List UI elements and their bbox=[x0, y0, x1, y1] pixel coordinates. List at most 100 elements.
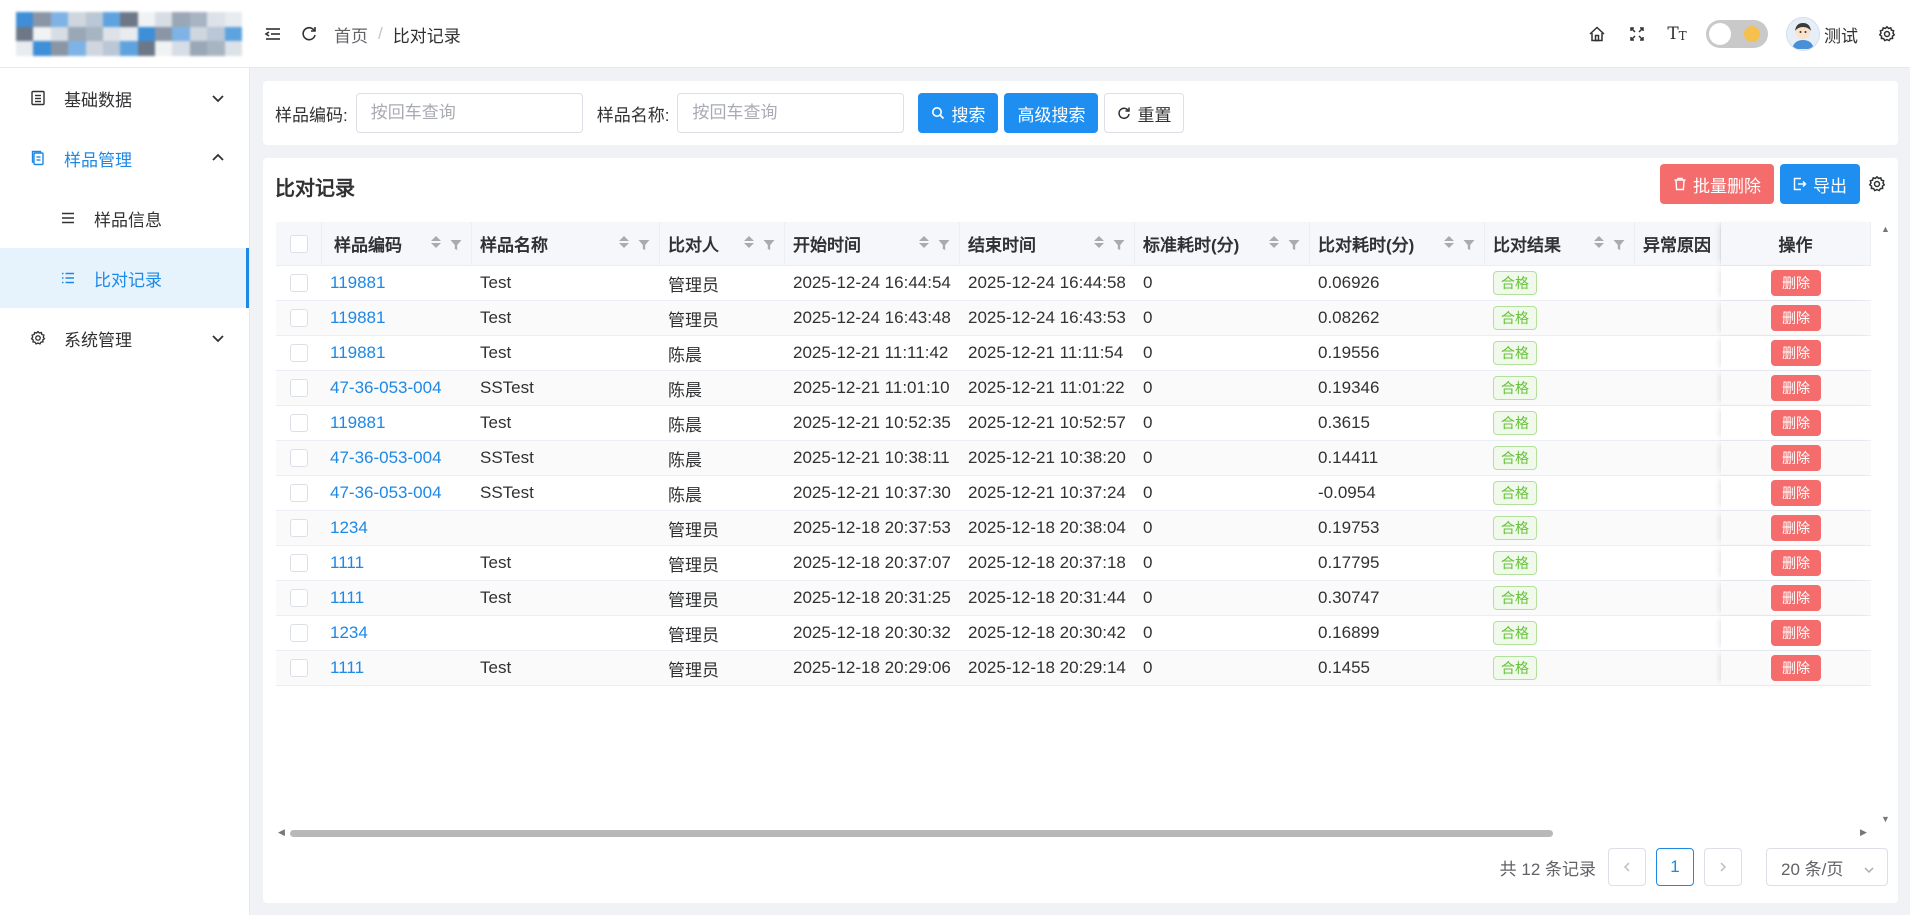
col-sample-code-header[interactable]: 样品编码 bbox=[322, 222, 472, 265]
col-result-header[interactable]: 比对结果 bbox=[1485, 222, 1635, 265]
row-checkbox[interactable] bbox=[290, 624, 308, 642]
error-reason-cell bbox=[1635, 581, 1721, 615]
sample-code-link[interactable]: 1111 bbox=[330, 658, 364, 678]
filter-icon[interactable] bbox=[1462, 237, 1476, 251]
scroll-up-arrow[interactable]: ▲ bbox=[1881, 224, 1890, 234]
filter-icon[interactable] bbox=[449, 237, 463, 251]
fullscreen-icon[interactable] bbox=[1626, 23, 1648, 45]
start-time-cell: 2025-12-21 10:52:35 bbox=[793, 413, 951, 432]
sort-icon[interactable] bbox=[744, 236, 754, 248]
sidebar-item-system-management[interactable]: 系统管理 bbox=[0, 308, 249, 368]
sidebar-item-sample-info[interactable]: 样品信息 bbox=[0, 188, 249, 248]
delete-button[interactable]: 删除 bbox=[1771, 375, 1821, 401]
reset-button[interactable]: 重置 bbox=[1104, 93, 1185, 133]
select-all-checkbox[interactable] bbox=[289, 234, 308, 253]
row-checkbox[interactable] bbox=[290, 659, 308, 677]
delete-button[interactable]: 删除 bbox=[1771, 480, 1821, 506]
row-checkbox[interactable] bbox=[290, 379, 308, 397]
row-checkbox[interactable] bbox=[290, 274, 308, 292]
sort-icon[interactable] bbox=[1444, 236, 1454, 248]
col-cmp-duration-header[interactable]: 比对耗时(分) bbox=[1310, 222, 1485, 265]
theme-toggle[interactable] bbox=[1706, 20, 1768, 48]
scrollbar-thumb[interactable] bbox=[290, 830, 1553, 837]
col-sample-name-header[interactable]: 样品名称 bbox=[472, 222, 660, 265]
menu-fold-icon[interactable] bbox=[262, 23, 284, 45]
sample-code-input[interactable] bbox=[355, 93, 583, 133]
sort-icon[interactable] bbox=[1269, 236, 1279, 248]
sample-code-link[interactable]: 119881 bbox=[330, 273, 385, 293]
delete-button[interactable]: 删除 bbox=[1771, 305, 1821, 331]
row-checkbox[interactable] bbox=[290, 309, 308, 327]
menu-lines-icon bbox=[58, 208, 78, 228]
sidebar-item-basic-data[interactable]: 基础数据 bbox=[0, 68, 249, 128]
sort-icon[interactable] bbox=[619, 236, 629, 248]
sample-code-link[interactable]: 1234 bbox=[330, 623, 368, 643]
scroll-left-arrow[interactable]: ◀ bbox=[278, 827, 285, 838]
search-button[interactable]: 搜索 bbox=[918, 93, 999, 133]
delete-button[interactable]: 删除 bbox=[1771, 585, 1821, 611]
horizontal-scrollbar[interactable]: ◀ ▶ bbox=[276, 826, 1871, 840]
scroll-down-arrow[interactable]: ▼ bbox=[1881, 814, 1890, 824]
delete-button[interactable]: 删除 bbox=[1771, 655, 1821, 681]
sample-code-link[interactable]: 47-36-053-004 bbox=[330, 483, 442, 503]
filter-icon[interactable] bbox=[762, 237, 776, 251]
sort-icon[interactable] bbox=[1094, 236, 1104, 248]
page-size-select[interactable]: 20 条/页 bbox=[1766, 848, 1888, 886]
sample-code-link[interactable]: 119881 bbox=[330, 343, 385, 363]
filter-icon[interactable] bbox=[1612, 237, 1626, 251]
delete-button[interactable]: 删除 bbox=[1771, 445, 1821, 471]
row-checkbox[interactable] bbox=[290, 484, 308, 502]
advanced-search-button[interactable]: 高级搜索 bbox=[1004, 93, 1099, 133]
filter-icon[interactable] bbox=[937, 237, 951, 251]
sample-code-link[interactable]: 1111 bbox=[330, 588, 364, 608]
font-size-icon[interactable]: TT bbox=[1666, 23, 1688, 45]
batch-delete-label: 批量删除 bbox=[1693, 176, 1761, 196]
row-checkbox[interactable] bbox=[290, 589, 308, 607]
logo-tile bbox=[189, 26, 208, 42]
delete-button[interactable]: 删除 bbox=[1771, 515, 1821, 541]
row-checkbox[interactable] bbox=[290, 554, 308, 572]
delete-button[interactable]: 删除 bbox=[1771, 550, 1821, 576]
sample-code-link[interactable]: 1234 bbox=[330, 518, 368, 538]
batch-delete-button[interactable]: 批量删除 bbox=[1660, 164, 1774, 204]
column-settings-icon[interactable] bbox=[1866, 173, 1888, 195]
user-menu[interactable]: 测试 bbox=[1786, 17, 1858, 51]
settings-icon[interactable] bbox=[1876, 23, 1898, 45]
sample-code-link[interactable]: 47-36-053-004 bbox=[330, 378, 442, 398]
error-reason-cell bbox=[1635, 546, 1721, 580]
scroll-right-arrow[interactable]: ▶ bbox=[1860, 827, 1867, 838]
col-comparer-header[interactable]: 比对人 bbox=[660, 222, 785, 265]
sort-icon[interactable] bbox=[431, 236, 441, 248]
delete-button[interactable]: 删除 bbox=[1771, 270, 1821, 296]
delete-button[interactable]: 删除 bbox=[1771, 620, 1821, 646]
gear-icon bbox=[28, 328, 48, 348]
sample-code-link[interactable]: 119881 bbox=[330, 413, 385, 433]
breadcrumb-home[interactable]: 首页 bbox=[334, 22, 368, 47]
row-checkbox[interactable] bbox=[290, 414, 308, 432]
filter-icon[interactable] bbox=[1112, 237, 1126, 251]
sample-code-link[interactable]: 1111 bbox=[330, 553, 364, 573]
col-std-duration-header[interactable]: 标准耗时(分) bbox=[1135, 222, 1310, 265]
sort-icon[interactable] bbox=[919, 236, 929, 248]
next-page-button[interactable] bbox=[1704, 848, 1742, 886]
page-number[interactable]: 1 bbox=[1656, 848, 1694, 886]
delete-button[interactable]: 删除 bbox=[1771, 340, 1821, 366]
export-button[interactable]: 导出 bbox=[1780, 164, 1860, 204]
delete-button[interactable]: 删除 bbox=[1771, 410, 1821, 436]
col-end-time-header[interactable]: 结束时间 bbox=[960, 222, 1135, 265]
sidebar-item-compare-records[interactable]: 比对记录 bbox=[0, 248, 249, 308]
filter-icon[interactable] bbox=[1287, 237, 1301, 251]
home-icon[interactable] bbox=[1586, 23, 1608, 45]
row-checkbox[interactable] bbox=[290, 344, 308, 362]
row-checkbox[interactable] bbox=[290, 519, 308, 537]
sidebar-item-sample-management[interactable]: 样品管理 bbox=[0, 128, 249, 188]
sample-code-link[interactable]: 47-36-053-004 bbox=[330, 448, 442, 468]
refresh-icon[interactable] bbox=[298, 23, 320, 45]
filter-icon[interactable] bbox=[637, 237, 651, 251]
sample-name-input[interactable] bbox=[677, 93, 905, 133]
sample-code-link[interactable]: 119881 bbox=[330, 308, 385, 328]
sort-icon[interactable] bbox=[1594, 236, 1604, 248]
row-checkbox[interactable] bbox=[290, 449, 308, 467]
prev-page-button[interactable] bbox=[1608, 848, 1646, 886]
col-start-time-header[interactable]: 开始时间 bbox=[785, 222, 960, 265]
